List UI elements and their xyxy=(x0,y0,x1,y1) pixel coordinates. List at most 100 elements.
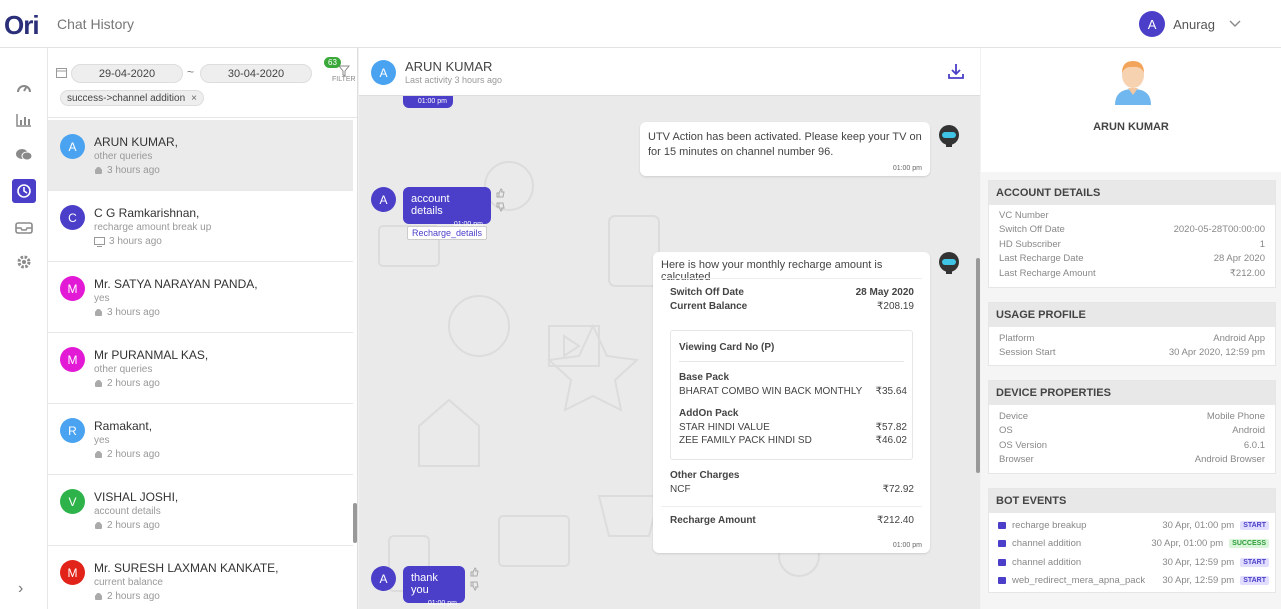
thumbs-up-icon[interactable] xyxy=(470,567,479,577)
conv-time: 3 hours ago xyxy=(109,236,162,247)
avatar: A xyxy=(371,566,396,591)
event-icon xyxy=(998,521,1006,529)
analytics-icon[interactable] xyxy=(12,108,36,132)
list-item[interactable]: V VISHAL JOSHI, account details 2 hours … xyxy=(48,475,353,546)
last-intent: recharge amount break up xyxy=(94,222,212,233)
event-name: channel addition xyxy=(1012,538,1082,550)
expand-rail-icon[interactable]: › xyxy=(18,580,23,598)
contact-name: VISHAL JOSHI, xyxy=(94,490,179,504)
kv-key: Last Recharge Amount xyxy=(999,267,1096,279)
filter-count-badge: 63 xyxy=(324,57,341,68)
kv-value: 2020-05-28T00:00:00 xyxy=(1173,224,1265,236)
bot-events-card: BOT EVENTS recharge breakup 30 Apr, 01:00… xyxy=(988,488,1276,593)
ori-logo[interactable]: Ori xyxy=(4,10,40,41)
filter-chip[interactable]: success->channel addition × xyxy=(60,90,204,106)
android-icon xyxy=(95,379,102,387)
profile-name: ARUN KUMAR xyxy=(1093,121,1169,133)
logo-text: Ori xyxy=(4,10,40,40)
conv-time-row: 3 hours ago xyxy=(94,307,160,318)
addon-value: ₹57.82 xyxy=(875,422,907,433)
ncf-value: ₹72.92 xyxy=(882,484,914,495)
android-icon xyxy=(95,450,102,458)
history-icon[interactable] xyxy=(12,179,36,203)
close-icon[interactable]: × xyxy=(191,93,197,104)
thumbs-up-icon[interactable] xyxy=(496,188,505,198)
event-name: recharge breakup xyxy=(1012,519,1087,531)
list-item[interactable]: C C G Ramkarishnan, recharge amount brea… xyxy=(48,191,353,262)
last-intent: yes xyxy=(94,435,110,446)
contact-name: Mr PURANMAL KAS, xyxy=(94,348,209,362)
dashboard-icon[interactable] xyxy=(12,75,36,99)
contact-name: Mr. SATYA NARAYAN PANDA, xyxy=(94,277,258,291)
user-message-text: thank you xyxy=(411,572,438,596)
bot-event-row[interactable]: channel addition 30 Apr, 01:00 pm SUCCESS xyxy=(989,535,1275,554)
thumbs-down-icon[interactable] xyxy=(496,202,505,212)
bot-message: UTV Action has been activated. Please ke… xyxy=(640,122,930,176)
event-icon xyxy=(998,540,1006,548)
avatar: M xyxy=(60,276,85,301)
thumbs-down-icon[interactable] xyxy=(470,581,479,591)
avatar: R xyxy=(60,418,85,443)
event-time: 30 Apr, 12:59 pm xyxy=(1162,575,1235,587)
list-item[interactable]: M Mr. SURESH LAXMAN KANKATE, current bal… xyxy=(48,546,353,609)
list-scrollbar[interactable] xyxy=(353,503,357,543)
filters-bar: 29-04-2020 ~ 30-04-2020 63 FILTER succes… xyxy=(48,48,357,118)
conv-time-row: 2 hours ago xyxy=(94,520,160,531)
ncf-label: NCF xyxy=(670,484,691,495)
reaction-icons[interactable] xyxy=(496,188,505,216)
intent-tag[interactable]: Recharge_details xyxy=(407,226,488,240)
download-button[interactable] xyxy=(947,62,965,85)
reaction-icons[interactable] xyxy=(470,567,479,595)
inbox-icon[interactable] xyxy=(12,215,36,239)
event-name: web_redirect_mera_apna_pack xyxy=(1012,575,1146,587)
device-properties-card: DEVICE PROPERTIES Device Mobile Phone OS A… xyxy=(988,380,1276,474)
avatar: M xyxy=(60,347,85,372)
event-name: channel addition xyxy=(1012,556,1082,568)
bot-event-row[interactable]: web_redirect_mera_apna_pack 30 Apr, 12:59… xyxy=(989,572,1275,591)
addon-value: ₹46.02 xyxy=(875,435,907,446)
conv-time: 2 hours ago xyxy=(107,449,160,460)
android-icon xyxy=(95,521,102,529)
kv-value: 28 Apr 2020 xyxy=(1213,253,1265,265)
chat-icon[interactable] xyxy=(12,143,36,167)
list-item[interactable]: R Ramakant, yes 2 hours ago xyxy=(48,404,353,475)
kv-key: Switch Off Date xyxy=(999,224,1065,236)
settings-icon[interactable] xyxy=(12,250,36,274)
kv-key: Browser xyxy=(999,454,1034,466)
event-badge: START xyxy=(1240,557,1269,567)
contact-name: ARUN KUMAR, xyxy=(94,135,179,149)
switch-off-label: Switch Off Date xyxy=(670,287,744,298)
list-item[interactable]: A ARUN KUMAR, other queries 3 hours ago xyxy=(48,120,353,191)
avatar: A xyxy=(371,60,396,85)
user-menu[interactable]: A Anurag xyxy=(1139,11,1241,37)
bot-event-row[interactable]: channel addition 30 Apr, 12:59 pm START xyxy=(989,553,1275,572)
message-time: 01:00 pm xyxy=(892,165,922,172)
addon-name: STAR HINDI VALUE xyxy=(679,422,770,433)
user-profile-icon xyxy=(1115,61,1151,105)
user-message: account details 01:00 pm xyxy=(403,187,491,228)
date-to-field[interactable]: 30-04-2020 xyxy=(200,64,312,83)
event-time: 30 Apr, 01:00 pm xyxy=(1162,519,1235,531)
viewing-card-box: Viewing Card No (P) Base Pack BHARAT COM… xyxy=(670,330,913,460)
conv-time-row: 2 hours ago xyxy=(94,591,160,602)
last-intent: current balance xyxy=(94,577,163,588)
kv-value: Android App xyxy=(1213,332,1265,344)
message-time: 01:00 pm xyxy=(892,542,922,549)
date-from-field[interactable]: 29-04-2020 xyxy=(71,64,183,83)
card-title: BOT EVENTS xyxy=(989,489,1275,513)
avatar: V xyxy=(60,489,85,514)
last-intent: account details xyxy=(94,506,161,517)
conv-time-row: 3 hours ago xyxy=(94,236,162,247)
card-title: USAGE PROFILE xyxy=(989,303,1275,327)
user-info-pane: ARUN KUMAR ACCOUNT DETAILS VC Number Swi… xyxy=(981,48,1281,609)
avatar: M xyxy=(60,560,85,585)
bot-event-row[interactable]: recharge breakup 30 Apr, 01:00 pm START xyxy=(989,516,1275,535)
filter-chip-label: success->channel addition xyxy=(67,92,186,104)
top-bar: Ori Chat History A Anurag xyxy=(0,0,1281,48)
viewing-card-title: Viewing Card No (P) xyxy=(679,342,775,353)
profile-card: ARUN KUMAR xyxy=(981,48,1281,172)
list-item[interactable]: M Mr PURANMAL KAS, other queries 2 hours… xyxy=(48,333,353,404)
bot-message: Here is how your monthly recharge amount… xyxy=(653,252,930,553)
list-item[interactable]: M Mr. SATYA NARAYAN PANDA, yes 3 hours a… xyxy=(48,262,353,333)
chat-scrollbar[interactable] xyxy=(976,258,980,473)
